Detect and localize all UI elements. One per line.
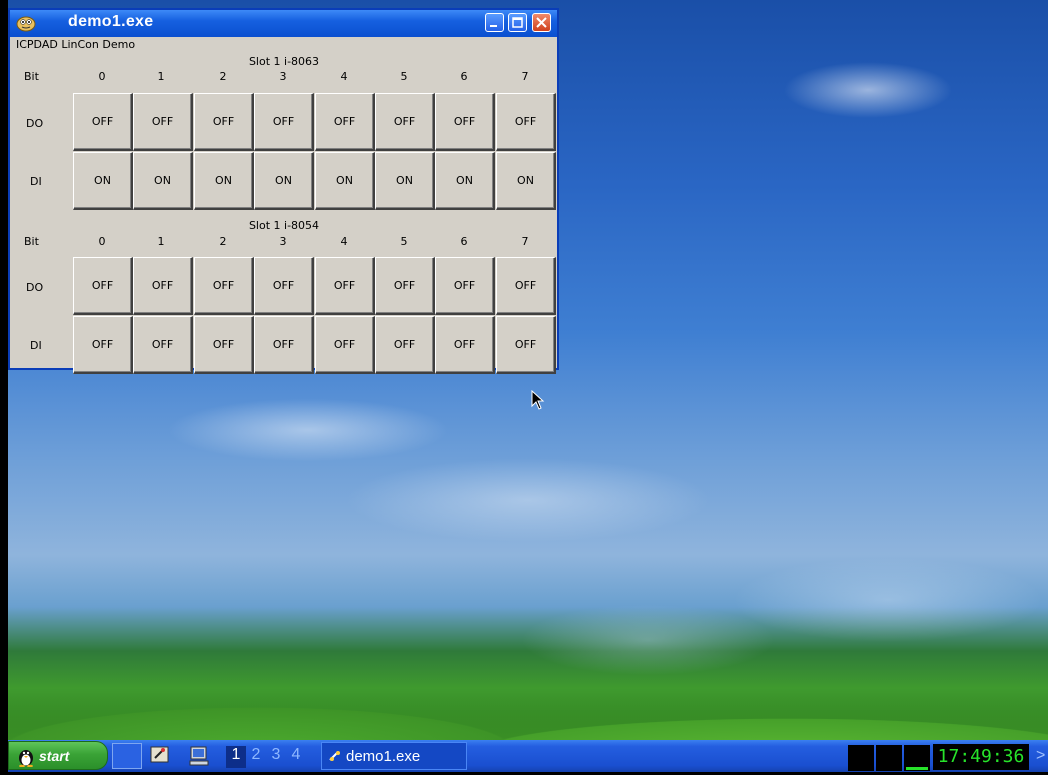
bit-number: 0 (98, 70, 106, 83)
do-bit-button[interactable]: OFF (133, 93, 193, 151)
minimize-button[interactable] (485, 13, 504, 32)
di-bit-button[interactable]: ON (496, 152, 556, 210)
taskbar-item-label: demo1.exe (346, 748, 421, 765)
slot-title: Slot 1 i-8063 (248, 55, 320, 68)
di-bit-button[interactable]: ON (133, 152, 193, 210)
do-row-label: DO (26, 117, 44, 130)
workspace-1-button[interactable]: 1 (226, 746, 246, 768)
bit-number: 3 (279, 70, 287, 83)
mouse-cursor-icon (531, 390, 545, 410)
do-row-label: DO (26, 281, 44, 294)
bit-number: 7 (521, 70, 529, 83)
window-client-area: ICPDAD LinCon Demo Slot 1 i-8063 Bit 0 1… (10, 37, 557, 374)
di-bit-button[interactable]: ON (435, 152, 495, 210)
wallpaper-hills (8, 660, 1048, 740)
workspace-2-button[interactable]: 2 (246, 746, 266, 768)
app-caption: ICPDAD LinCon Demo (16, 38, 136, 51)
app-icon (329, 751, 340, 761)
do-bit-button[interactable]: OFF (315, 257, 375, 315)
do-bit-button[interactable]: OFF (194, 93, 254, 151)
di-bit-button[interactable]: OFF (496, 316, 556, 374)
maximize-icon (512, 17, 523, 28)
do-bit-button[interactable]: OFF (73, 93, 133, 151)
do-bit-button[interactable]: OFF (435, 257, 495, 315)
do-bit-button[interactable]: OFF (73, 257, 133, 315)
tux-icon (19, 750, 33, 767)
minimize-icon (490, 25, 497, 27)
do-bit-button[interactable]: OFF (194, 257, 254, 315)
bit-number: 6 (460, 235, 468, 248)
do-bit-button[interactable]: OFF (375, 93, 435, 151)
do-bit-button[interactable]: OFF (254, 93, 314, 151)
clock[interactable]: 17:49:36 (933, 744, 1029, 770)
tray-monitor-2[interactable] (876, 745, 902, 771)
app-window[interactable]: demo1.exe ICPDAD LinCon Demo Slot 1 i-80… (8, 8, 559, 374)
slot-title: Slot 1 i-8054 (248, 219, 320, 232)
start-label: start (39, 748, 70, 764)
window-title: demo1.exe (68, 13, 154, 30)
di-bit-button[interactable]: OFF (133, 316, 193, 374)
bit-number: 5 (400, 70, 408, 83)
di-bit-button[interactable]: OFF (435, 316, 495, 374)
window-titlebar[interactable]: demo1.exe (10, 10, 557, 37)
app-icon[interactable] (16, 14, 36, 32)
tray-expand-arrow[interactable]: > (1036, 747, 1045, 765)
bit-number: 2 (219, 235, 227, 248)
screen-left-border (0, 0, 8, 772)
taskbar-item-demo1[interactable]: demo1.exe (321, 742, 467, 770)
maximize-button[interactable] (508, 13, 527, 32)
tray-monitor-1[interactable] (848, 745, 874, 771)
do-bit-button[interactable]: OFF (435, 93, 495, 151)
di-bit-button[interactable]: ON (73, 152, 133, 210)
di-row-label: DI (30, 175, 42, 188)
di-bit-button[interactable]: OFF (315, 316, 375, 374)
bit-number: 5 (400, 235, 408, 248)
cpu-graph-icon (906, 767, 928, 770)
bit-number: 0 (98, 235, 106, 248)
computer-icon[interactable] (188, 745, 210, 767)
di-bit-button[interactable]: OFF (194, 316, 254, 374)
bit-number: 3 (279, 235, 287, 248)
di-bit-button[interactable]: OFF (254, 316, 314, 374)
close-icon (536, 17, 547, 28)
di-bit-button[interactable]: ON (375, 152, 435, 210)
bit-number: 2 (219, 70, 227, 83)
di-bit-button[interactable]: ON (254, 152, 314, 210)
di-row-label: DI (30, 339, 42, 352)
bit-number: 1 (157, 70, 165, 83)
close-button[interactable] (532, 13, 551, 32)
bit-header-label: Bit (24, 70, 39, 83)
do-bit-button[interactable]: OFF (496, 93, 556, 151)
di-bit-button[interactable]: ON (315, 152, 375, 210)
bit-header-label: Bit (24, 235, 39, 248)
bit-number: 6 (460, 70, 468, 83)
di-bit-button[interactable]: ON (194, 152, 254, 210)
do-bit-button[interactable]: OFF (254, 257, 314, 315)
do-bit-button[interactable]: OFF (315, 93, 375, 151)
terminal-launcher-icon[interactable] (150, 745, 170, 765)
bit-number: 4 (340, 235, 348, 248)
bit-number: 7 (521, 235, 529, 248)
do-bit-button[interactable]: OFF (375, 257, 435, 315)
di-bit-button[interactable]: OFF (73, 316, 133, 374)
bit-number: 1 (157, 235, 165, 248)
di-bit-button[interactable]: OFF (375, 316, 435, 374)
workspace-3-button[interactable]: 3 (266, 746, 286, 768)
tray-monitor-3[interactable] (904, 745, 930, 771)
workspace-4-button[interactable]: 4 (286, 746, 306, 768)
show-desktop-button[interactable] (112, 743, 142, 769)
bit-number: 4 (340, 70, 348, 83)
do-bit-button[interactable]: OFF (133, 257, 193, 315)
start-button[interactable]: start (8, 741, 108, 770)
taskbar: start 1 2 3 4 demo1.exe 17:49:36 > (8, 740, 1048, 772)
do-bit-button[interactable]: OFF (496, 257, 556, 315)
